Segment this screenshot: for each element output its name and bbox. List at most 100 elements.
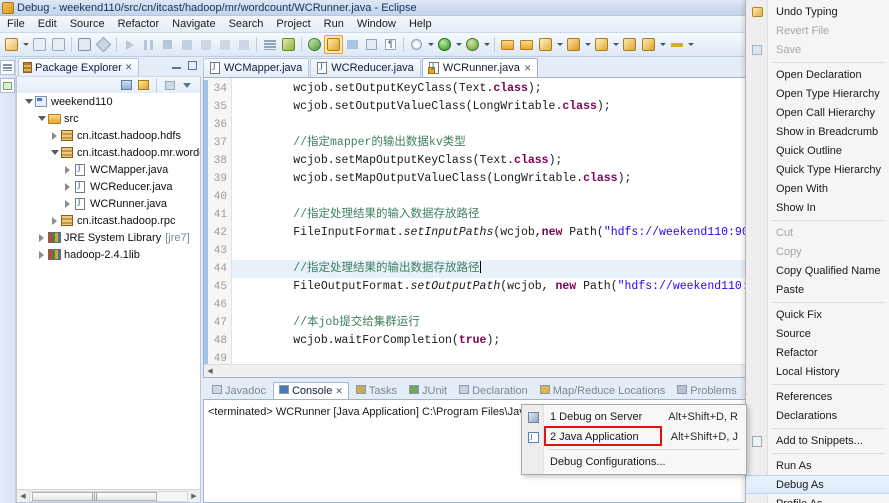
link-with-editor-icon[interactable]	[136, 78, 150, 92]
context-menu-item-paste[interactable]: Paste	[746, 280, 889, 299]
editor-tab-wcrunner[interactable]: WCRunner.java ✕	[421, 58, 539, 77]
step-return-button[interactable]	[234, 35, 253, 54]
context-menu-item-references[interactable]: References	[746, 387, 889, 406]
maximize-icon[interactable]	[185, 58, 199, 72]
context-menu-item-open-declaration[interactable]: Open Declaration	[746, 65, 889, 84]
back-button[interactable]	[620, 35, 639, 54]
open-task-button[interactable]	[592, 35, 611, 54]
tree-item[interactable]: hadoop-2.4.1lib	[17, 246, 200, 263]
new-class-button[interactable]	[536, 35, 555, 54]
open-type-button[interactable]	[498, 35, 517, 54]
new-package-button[interactable]	[517, 35, 536, 54]
tree-item[interactable]: WCRunner.java	[17, 195, 200, 212]
menu-edit[interactable]: Edit	[32, 17, 64, 32]
editor-context-menu[interactable]: Undo Typing Revert File Save Open Declarati…	[745, 0, 889, 503]
menu-run[interactable]: Run	[318, 17, 351, 32]
menu-source[interactable]: Source	[64, 17, 112, 32]
link-button[interactable]	[94, 35, 113, 54]
editor-scroll-left-icon[interactable]: ◀	[204, 365, 216, 377]
minimize-icon[interactable]	[169, 58, 183, 72]
debug-dropdown-icon[interactable]	[482, 35, 491, 54]
view-window-controls[interactable]	[169, 58, 199, 72]
run-button[interactable]	[435, 35, 454, 54]
view-menu-icon[interactable]	[163, 78, 177, 92]
menu-search[interactable]: Search	[223, 17, 271, 32]
menu-navigate[interactable]: Navigate	[166, 17, 222, 32]
twisty-expanded-icon[interactable]	[23, 93, 34, 110]
run-dropdown-icon[interactable]	[454, 35, 463, 54]
debug-button[interactable]	[463, 35, 482, 54]
scroll-right-icon[interactable]: ▶	[188, 490, 200, 502]
scroll-track[interactable]: |||	[29, 490, 188, 502]
last-edit-button[interactable]	[362, 35, 381, 54]
forward-button[interactable]	[639, 35, 658, 54]
scroll-thumb[interactable]: |||	[32, 491, 157, 501]
edit-highlight-button[interactable]	[324, 35, 343, 54]
context-menu-item-refactor[interactable]: Refactor	[746, 343, 889, 362]
scroll-left-icon[interactable]: ◀	[17, 490, 29, 502]
collapse-all-icon[interactable]	[119, 78, 133, 92]
close-icon[interactable]: ✕	[335, 386, 343, 397]
context-menu-item-undo-typing[interactable]: Undo Typing	[746, 2, 889, 21]
external-tools-button[interactable]	[407, 35, 426, 54]
menu-window[interactable]: Window	[351, 17, 403, 32]
twisty-collapsed-icon[interactable]	[36, 229, 47, 246]
bottom-tab-junit[interactable]: JUnit	[404, 382, 452, 399]
bottom-tab-console[interactable]: Console ✕	[272, 382, 349, 399]
fastview-perspective-icon[interactable]	[0, 78, 15, 93]
context-menu-item-local-history[interactable]: Local History	[746, 362, 889, 381]
tab-package-explorer[interactable]: Package Explorer ✕	[18, 58, 140, 76]
context-menu-item-debug-as[interactable]: Debug As	[746, 475, 889, 494]
tree-item[interactable]: cn.itcast.hadoop.rpc	[17, 212, 200, 229]
open-task-dropdown-icon[interactable]	[611, 35, 620, 54]
debug-as-submenu[interactable]: 1 Debug on Server Alt+Shift+D, R J 2 Java A…	[521, 404, 747, 475]
search-declarations-button[interactable]	[564, 35, 583, 54]
editor-tab-wcmapper[interactable]: WCMapper.java	[203, 58, 310, 77]
submenu-item-2-java-application[interactable]: J 2 Java Application Alt+Shift+D, J	[522, 426, 746, 447]
new-class-dropdown-icon[interactable]	[555, 35, 564, 54]
close-icon[interactable]: ✕	[524, 63, 532, 74]
menu-refactor[interactable]: Refactor	[112, 17, 167, 32]
menu-file[interactable]: File	[1, 17, 32, 32]
step-into-button[interactable]	[196, 35, 215, 54]
bottom-tab-map-reduce-locations[interactable]: Map/Reduce Locations	[535, 382, 671, 399]
tree-item[interactable]: weekend110	[17, 93, 200, 110]
context-menu-item-profile-as[interactable]: Profile As	[746, 494, 889, 503]
context-menu-item-open-with[interactable]: Open With	[746, 179, 889, 198]
annotation-button[interactable]	[305, 35, 324, 54]
suspend-button[interactable]	[139, 35, 158, 54]
context-menu-item-declarations[interactable]: Declarations	[746, 406, 889, 425]
print-button[interactable]	[75, 35, 94, 54]
terminate-button[interactable]	[158, 35, 177, 54]
context-menu-item-run-as[interactable]: Run As	[746, 456, 889, 475]
pilcrow-button[interactable]: ¶	[381, 35, 400, 54]
bottom-tab-tasks[interactable]: Tasks	[351, 382, 402, 399]
menu-help[interactable]: Help	[403, 17, 439, 32]
external-tools-dropdown-icon[interactable]	[426, 35, 435, 54]
disconnect-button[interactable]	[177, 35, 196, 54]
fastview-restore-icon[interactable]	[0, 60, 15, 75]
save-button[interactable]	[30, 35, 49, 54]
tree-item[interactable]: cn.itcast.hadoop.hdfs	[17, 127, 200, 144]
context-menu-item-copy-qualified-name[interactable]: Copy Qualified Name	[746, 261, 889, 280]
bottom-tab-problems[interactable]: Problems	[672, 382, 741, 399]
skip-breakpoints-button[interactable]	[279, 35, 298, 54]
editor-tab-wcreducer[interactable]: WCReducer.java	[310, 58, 421, 77]
forward-dropdown-icon[interactable]	[658, 35, 667, 54]
resume-button[interactable]	[120, 35, 139, 54]
next-arrow-dropdown-icon[interactable]	[686, 35, 695, 54]
fast-view-bar[interactable]	[0, 57, 16, 503]
save-all-button[interactable]	[49, 35, 68, 54]
context-menu-item-source[interactable]: Source	[746, 324, 889, 343]
context-menu-item-open-call-hierarchy[interactable]: Open Call Hierarchy	[746, 103, 889, 122]
context-menu-item-show-in-breadcrumb[interactable]: Show in Breadcrumb	[746, 122, 889, 141]
twisty-collapsed-icon[interactable]	[49, 212, 60, 229]
tree-item[interactable]: WCMapper.java	[17, 161, 200, 178]
context-menu-item-quick-outline[interactable]: Quick Outline	[746, 141, 889, 160]
tree-item[interactable]: src	[17, 110, 200, 127]
new-button[interactable]	[2, 35, 21, 54]
close-icon[interactable]: ✕	[125, 62, 133, 73]
next-arrow-button[interactable]	[667, 35, 686, 54]
twisty-collapsed-icon[interactable]	[49, 127, 60, 144]
view-dropdown-icon[interactable]	[180, 78, 194, 92]
